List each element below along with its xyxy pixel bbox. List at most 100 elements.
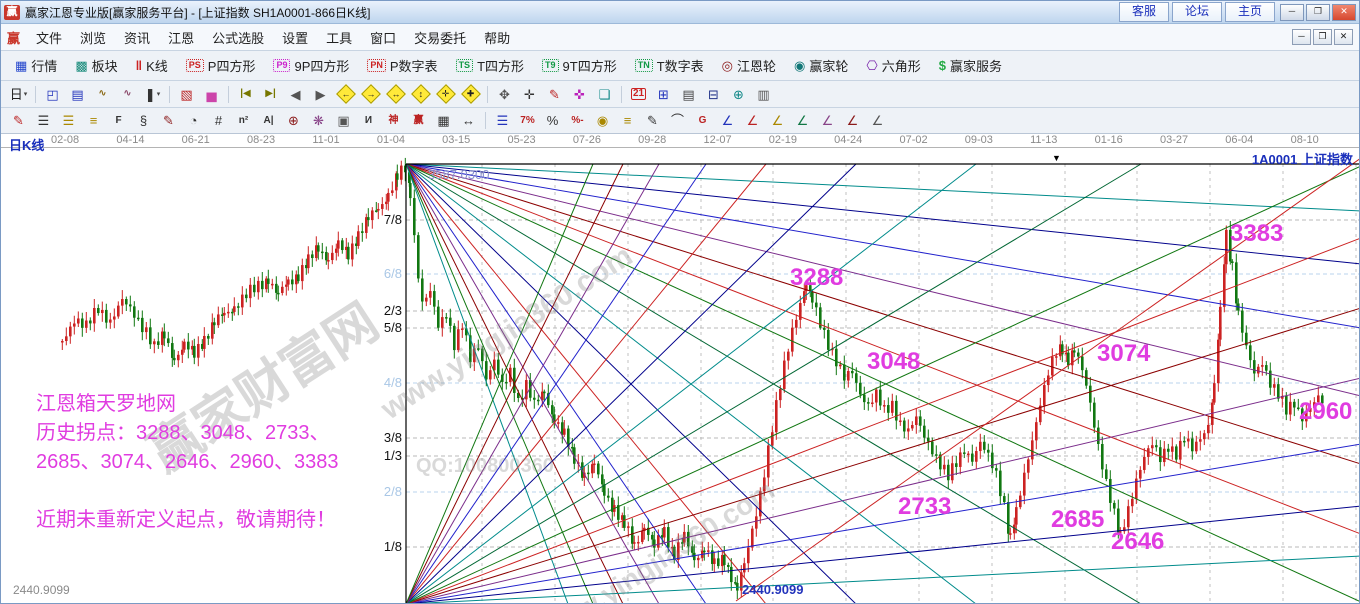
n-square-button[interactable]: n² [231,110,256,131]
stats-panel-button[interactable]: ☰ [490,110,515,131]
expand-all-button[interactable]: ✛ [433,84,458,105]
mdi-close-button[interactable]: ✕ [1334,29,1353,45]
p-table-button[interactable]: PNP数字表 [359,53,445,78]
golden-section-button[interactable]: ≡ [615,110,640,131]
draw-pen-button[interactable]: ✎ [542,84,567,105]
percent-red-button[interactable]: 7% [515,110,540,131]
expand-h-button[interactable]: ↔ [383,84,408,105]
9t-square-button[interactable]: T99T四方形 [534,53,625,78]
measure-tool-button[interactable]: ✜ [567,84,592,105]
menu-资讯[interactable]: 资讯 [115,26,159,49]
menu-窗口[interactable]: 窗口 [361,26,405,49]
crosshair-button[interactable]: ✛ [517,84,542,105]
save-button[interactable]: ⊟ [701,84,726,105]
candle-style-picker[interactable]: ❚▾ [140,84,165,105]
close-button[interactable]: ✕ [1332,4,1356,21]
draw-arrow-button[interactable]: ✎ [6,110,31,131]
chart-area[interactable]: 02-0804-1406-2108-2311-0101-0403-1505-23… [1,134,1359,603]
print-button[interactable]: ▥ [751,84,776,105]
reset-zoom-button[interactable]: ✚ [458,84,483,105]
kline-button[interactable]: ‖K线 [128,53,176,78]
menu-设置[interactable]: 设置 [273,26,317,49]
percent-button[interactable]: % [540,110,565,131]
sectors-icon: ▩ [75,58,87,74]
cycle-circle-button[interactable]: ◔ [181,110,206,131]
window-zoom-button[interactable]: ◰ [40,84,65,105]
angle-pen-button[interactable]: ✎ [640,110,665,131]
gann-wheel-button[interactable]: ◎江恩轮 [714,53,784,78]
ma3-chart-button[interactable]: ∿ [90,84,115,105]
last-page-button[interactable]: ▶| [258,84,283,105]
calculator-button[interactable]: ⊞ [651,84,676,105]
percent-line-button[interactable]: %- [565,110,590,131]
shift-left-icon: ← [336,84,356,104]
ma9-chart-button[interactable]: ∿ [115,84,140,105]
gann-angle-5-button[interactable]: ∠ [815,110,840,131]
golden-ratio-button[interactable]: G [690,110,715,131]
p-square-button[interactable]: PSP四方形 [178,53,264,78]
gann-angle-1-button[interactable]: ∠ [715,110,740,131]
menu-帮助[interactable]: 帮助 [475,26,519,49]
menu-浏览[interactable]: 浏览 [71,26,115,49]
t-square-button[interactable]: TST四方形 [448,53,532,78]
volume-bars-button[interactable]: ▅ [199,84,224,105]
pan-hand-button[interactable]: ✥ [492,84,517,105]
width-adjust-button[interactable]: ↔ [456,110,481,131]
gann-box-tool-button[interactable]: ▧ [174,84,199,105]
first-page-button[interactable]: |◀ [233,84,258,105]
gann-angle-7-button[interactable]: ∠ [865,110,890,131]
menu-工具[interactable]: 工具 [317,26,361,49]
time-star-button[interactable]: ❋ [306,110,331,131]
grid-lines-button[interactable]: # [206,110,231,131]
menu-文件[interactable]: 文件 [27,26,71,49]
t-table-button[interactable]: TNT数字表 [627,53,712,78]
menu-公式选股[interactable]: 公式选股 [203,26,273,49]
network-button[interactable]: ⊕ [726,84,751,105]
compress-h-button[interactable]: ↕ [408,84,433,105]
winner-service-button[interactable]: $赢家服务 [931,53,1010,78]
gann-circle-icon: ⊕ [288,114,299,127]
menu-江恩[interactable]: 江恩 [159,26,203,49]
mdi-restore-button[interactable]: ❐ [1313,29,1332,45]
gann-angle-3-button[interactable]: ∠ [765,110,790,131]
quotes-button[interactable]: ▦行情 [7,53,65,78]
next-button[interactable]: ▶ [308,84,333,105]
calendar-button[interactable]: 21 [626,84,651,105]
quicklink-论坛[interactable]: 论坛 [1172,2,1222,22]
spiral-line-button[interactable]: § [131,110,156,131]
gann-circle-button[interactable]: ⊕ [281,110,306,131]
hexagon-button[interactable]: ⎔六角形 [858,53,928,78]
minimize-button[interactable]: ─ [1280,4,1304,21]
square-star-button[interactable]: ▣ [331,110,356,131]
info-view-button[interactable]: ▤ [65,84,90,105]
fib-line-button[interactable]: F [106,110,131,131]
golden-hline-button[interactable]: ☰ [56,110,81,131]
quicklink-主页[interactable]: 主页 [1225,2,1275,22]
sectors-button[interactable]: ▩板块 [67,53,125,78]
winner-tool-button[interactable]: 赢 [406,110,431,131]
mirror-line-button[interactable]: A| [256,110,281,131]
shift-right-button[interactable]: → [358,84,383,105]
shift-left-button[interactable]: ← [333,84,358,105]
quicklink-客服[interactable]: 客服 [1119,2,1169,22]
kline-period-picker[interactable]: 日▾ [6,84,31,105]
wave-mark-button[interactable]: И [356,110,381,131]
prev-button[interactable]: ◀ [283,84,308,105]
golden-hline2-button[interactable]: ≡ [81,110,106,131]
golden-circle-button[interactable]: ◉ [590,110,615,131]
gann-angle-6-button[interactable]: ∠ [840,110,865,131]
brush-button[interactable]: ✎ [156,110,181,131]
restore-button[interactable]: ❐ [1306,4,1330,21]
gann-angle-2-button[interactable]: ∠ [740,110,765,131]
menu-交易委托[interactable]: 交易委托 [405,26,475,49]
winner-wheel-button[interactable]: ◉赢家轮 [786,53,856,78]
notes-button[interactable]: ▤ [676,84,701,105]
magic-tool-button[interactable]: 神 [381,110,406,131]
gann-angle-4-button[interactable]: ∠ [790,110,815,131]
arc-grid-button[interactable]: ⌒ [665,110,690,131]
9p-square-button[interactable]: P99P四方形 [265,53,357,78]
hline-group-button[interactable]: ☰ [31,110,56,131]
paper-tool-button[interactable]: ❏ [592,84,617,105]
price-grid-button[interactable]: ▦ [431,110,456,131]
mdi-minimize-button[interactable]: ─ [1292,29,1311,45]
